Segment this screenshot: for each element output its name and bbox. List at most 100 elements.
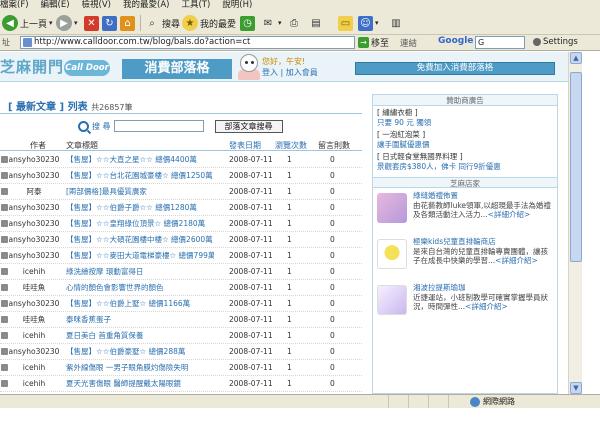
header-date[interactable]: 發表日期 <box>229 140 261 151</box>
row-author[interactable]: icehih <box>8 360 60 376</box>
row-author[interactable]: ansyho30230 <box>8 216 60 232</box>
row-author[interactable]: 哇哇魚 <box>8 280 60 296</box>
store-thumbnail[interactable] <box>377 239 407 269</box>
stop-button[interactable]: ✕ <box>84 14 99 32</box>
vertical-scrollbar[interactable]: ▲ ▼ <box>568 52 582 394</box>
row-author[interactable]: icehih <box>8 264 60 280</box>
row-author[interactable]: ansyho30230 <box>8 168 60 184</box>
article-search-button[interactable]: 部落文章搜尋 <box>214 119 283 133</box>
menu-view[interactable]: 檢視(V) <box>76 0 117 11</box>
row-author[interactable]: 阿泰 <box>8 184 60 200</box>
menu-help[interactable]: 說明(H) <box>216 0 258 11</box>
avatar <box>1 316 8 323</box>
row-title[interactable]: 夏日美白 首重角質保養 <box>66 328 214 344</box>
row-author[interactable]: ansyho30230 <box>8 296 60 312</box>
row-title[interactable]: 【售屋】☆☆伯爵子爵☆☆ 總價1280萬 <box>66 200 214 216</box>
ad-desc[interactable]: 只要 90 元 獨領 <box>377 118 553 128</box>
row-title[interactable]: [兩部價格]最具優質廣家 <box>66 184 214 200</box>
mascot-head <box>240 54 258 72</box>
row-author[interactable]: icehih <box>8 328 60 344</box>
table-row: ansyho30230 【售屋】☆☆大直之星☆☆ 總價4400萬 2008-07-1… <box>0 152 362 168</box>
row-title[interactable]: 【售屋】☆☆大直之星☆☆ 總價4400萬 <box>66 152 214 168</box>
research-button[interactable]: ▥ <box>388 14 404 32</box>
refresh-button[interactable]: ↻ <box>102 14 117 32</box>
row-author[interactable]: ansyho30230 <box>8 152 60 168</box>
address-input[interactable]: http://www.calldoor.com.tw/blog/bals.do?… <box>20 36 355 49</box>
row-comments: 0 <box>330 299 335 308</box>
row-title[interactable]: 【售屋】☆☆伯爵上墅☆ 總價1166萬 <box>66 296 214 312</box>
address-bar: 址 http://www.calldoor.com.tw/blog/bals.d… <box>0 35 600 51</box>
scroll-thumb[interactable] <box>570 72 582 262</box>
google-search-input[interactable]: G <box>475 36 525 49</box>
settings-label: Settings <box>543 37 578 47</box>
row-title[interactable]: 【售屋】☆☆伯爵豪墅☆ 總價288萬 <box>66 344 214 360</box>
row-author[interactable]: ansyho30230 <box>8 248 60 264</box>
edit-button[interactable]: ▤ <box>308 14 324 32</box>
login-links[interactable]: 登入 | 加入會員 <box>262 67 318 78</box>
history-button[interactable]: ◷ <box>240 14 255 32</box>
address-url: http://www.calldoor.com.tw/blog/bals.do?… <box>34 37 251 47</box>
header-views[interactable]: 瀏覽次數 <box>275 140 307 151</box>
menu-file[interactable]: 檔案(F) <box>0 0 35 11</box>
favorites-label: 我的最愛 <box>200 19 237 30</box>
section-logo[interactable]: 消費部落格 <box>122 59 232 79</box>
messenger-button[interactable]: ☺ ▾ <box>358 14 379 32</box>
store-item[interactable]: 湘波拉提斯瑜珈 近捷運站，小班制教學可確實掌握學員狀況，時間彈性...<詳細介紹… <box>373 280 557 326</box>
row-title[interactable]: 紫外線傷眼 一男子眼角膜灼傷險失明 <box>66 360 214 376</box>
search-button[interactable]: ⌕ 搜尋 <box>144 14 180 32</box>
sponsor-ad[interactable]: [ 一泡紅泡菜 ] 讓手圍膩優惠價 <box>373 128 557 150</box>
row-author[interactable]: ansyho30230 <box>8 232 60 248</box>
row-title[interactable]: 泰咪香蕉蛋子 <box>66 312 214 328</box>
row-author[interactable]: ansyho30230 <box>8 200 60 216</box>
go-button[interactable]: → 移至 <box>358 36 389 49</box>
row-author[interactable]: 哇哇魚 <box>8 312 60 328</box>
row-title[interactable]: 心情的顏色會影響世界的顏色 <box>66 280 214 296</box>
scroll-down-arrow-icon[interactable]: ▼ <box>570 382 582 394</box>
favorites-button[interactable]: ★ 我的最愛 <box>182 14 236 32</box>
site-logo[interactable]: 芝麻開門 <box>0 56 64 77</box>
ad-desc[interactable]: 景觀套房$380人，佛卡 同行9折優惠 <box>377 162 553 172</box>
article-search-input[interactable] <box>113 120 204 132</box>
settings-button[interactable]: Settings <box>533 37 578 47</box>
join-blog-button[interactable]: 免費加入消費部落格 <box>355 62 555 75</box>
store-more-link[interactable]: <詳細介紹> <box>488 210 531 219</box>
row-title[interactable]: 【售屋】☆☆皇翔綠位頂景☆ 總價2180萬 <box>66 216 214 232</box>
scroll-up-arrow-icon[interactable]: ▲ <box>570 52 582 64</box>
forward-button[interactable]: ▶ ▾ <box>56 14 78 32</box>
row-title[interactable]: 【售屋】☆☆大碩花園樓中樓☆ 總價2600萬 <box>66 232 214 248</box>
row-title[interactable]: 綠洗繪按摩 環動富得日 <box>66 264 214 280</box>
research-icon: ▥ <box>391 17 401 29</box>
row-title[interactable]: 夏天光害傷眼 醫師提醒戴太陽眼鏡 <box>66 376 214 392</box>
store-more-link[interactable]: <詳細介紹> <box>465 302 508 311</box>
store-name[interactable]: 極樂kids兒童直排輪商店 <box>413 237 553 247</box>
row-title[interactable]: 【售屋】☆☆麥田大道電梯豪樓☆ 總價799萬 <box>66 248 214 264</box>
ad-desc[interactable]: 讓手圍膩優惠價 <box>377 140 553 150</box>
sponsor-ad[interactable]: [ 繡繡衣櫥 ] 只要 90 元 獨領 <box>373 106 557 128</box>
menu-edit[interactable]: 編輯(E) <box>35 0 76 11</box>
print-button[interactable]: ⎙ <box>286 14 302 32</box>
menu-bar: 檔案(F) 編輯(E) 檢視(V) 我的最愛(A) 工具(T) 說明(H) <box>0 0 600 11</box>
store-item[interactable]: 極樂kids兒童直排輪商店 是來自台灣的兒童直排輪專賣團體，讓孩子在成長中快樂的… <box>373 234 557 280</box>
store-name[interactable]: 綠縫婚禮佈置 <box>413 191 553 201</box>
row-date: 2008-07-11 <box>229 235 273 244</box>
table-row: icehih 綠洗繪按摩 環動富得日 2008-07-11 1 0 <box>0 264 362 280</box>
row-author[interactable]: icehih <box>8 376 60 392</box>
store-name[interactable]: 湘波拉提斯瑜珈 <box>413 283 553 293</box>
table-row: ansyho30230 【售屋】☆☆台北花園城豪樓☆ 總價1250萬 2008-07… <box>0 168 362 184</box>
links-button[interactable]: 連結 <box>400 37 417 49</box>
mail-button[interactable]: ✉ ▾ <box>260 14 282 32</box>
row-title[interactable]: 【售屋】☆☆台北花園城豪樓☆ 總價1250萬 <box>66 168 214 184</box>
sponsor-ad[interactable]: [ 日式輕食堂無國界料理 ] 景觀套房$380人，佛卡 同行9折優惠 <box>373 150 557 172</box>
row-date: 2008-07-11 <box>229 299 273 308</box>
row-author[interactable]: ansyho30230 <box>8 344 60 360</box>
notes-button[interactable]: ▭ <box>338 14 353 32</box>
menu-tools[interactable]: 工具(T) <box>175 0 216 11</box>
menu-favorites[interactable]: 我的最愛(A) <box>117 0 175 11</box>
note-icon: ▭ <box>338 15 353 31</box>
store-thumbnail[interactable] <box>377 285 407 315</box>
store-item[interactable]: 綠縫婚禮佈置 由花藝教師luke領軍,以超現最手法為婚禮及各類活動注入活力...… <box>373 188 557 234</box>
home-button[interactable]: ⌂ <box>120 14 135 32</box>
store-more-link[interactable]: <詳細介紹> <box>495 256 538 265</box>
back-button[interactable]: ◀ 上一頁 ▾ <box>2 14 53 32</box>
store-thumbnail[interactable] <box>377 193 407 223</box>
